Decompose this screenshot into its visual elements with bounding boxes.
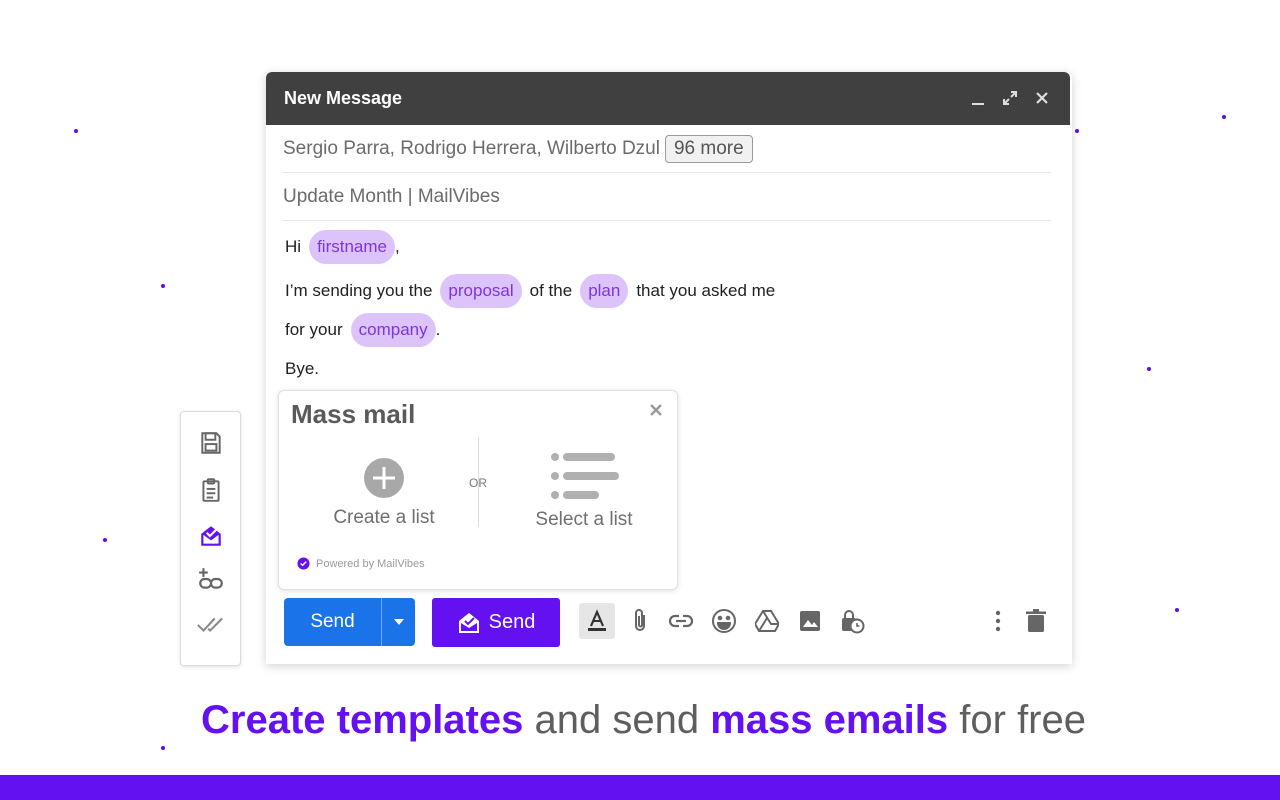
more-recipients-badge[interactable]: 96 more [664,134,753,163]
insert-photo-button[interactable] [792,603,828,639]
body-line-4: Bye. [285,359,319,379]
text-format-icon [588,609,606,631]
headline-part: mass emails [710,698,949,742]
body-text: I’m sending you the [285,281,433,300]
powered-by: Powered by MailVibes [297,557,425,570]
attach-button[interactable] [622,603,658,639]
mailvibes-send-icon [458,612,479,633]
create-list-option[interactable]: Create a list [319,457,449,529]
body-text: . [435,320,441,339]
create-list-label: Create a list [333,507,435,528]
recipients-text: Sergio Parra, Rodrigo Herrera, Wilberto … [283,137,660,159]
body-text: that you asked me [636,281,776,300]
decor-dot [161,284,165,288]
trash-icon [1026,609,1046,632]
more-options-button[interactable] [980,603,1016,639]
add-link-icon [199,568,223,589]
insert-link-button[interactable] [663,603,699,639]
minimize-button[interactable] [968,88,988,108]
confidential-mode-button[interactable] [834,603,870,639]
mailvibes-send-icon [201,526,221,546]
expand-icon [1003,91,1017,105]
close-icon [650,404,662,416]
caret-down-icon [393,619,404,625]
lock-clock-icon [842,610,865,634]
or-label: OR [469,476,487,490]
templates-button[interactable] [196,475,226,505]
mass-mail-title: Mass mail [291,399,416,429]
close-button[interactable] [1032,88,1052,108]
paperclip-icon [635,609,645,631]
formatting-button[interactable] [579,603,615,639]
select-list-label: Select a list [535,509,633,530]
image-icon [800,611,820,631]
minimize-icon [972,103,984,105]
variable-chip-proposal[interactable]: proposal [440,274,522,308]
body-text: of the [529,281,573,300]
body-text: , [394,237,400,256]
recipients-field[interactable]: Sergio Parra, Rodrigo Herrera, Wilberto … [283,125,1051,173]
mass-mail-button[interactable] [196,521,226,551]
discard-draft-button[interactable] [1018,603,1054,639]
send-button[interactable]: Send [284,598,381,646]
google-drive-icon [755,610,779,632]
headline-part: for free [948,698,1086,742]
body-line-3: for your company . [285,313,440,347]
decor-dot [161,746,165,750]
gmail-send-button-group: Send [284,598,415,646]
decor-dot [1147,367,1151,371]
emoji-button[interactable] [706,603,742,639]
double-check-icon [197,617,223,633]
emoji-icon [712,609,736,633]
subject-text: Update Month | MailVibes [283,185,500,207]
body-line-1: Hi firstname , [285,230,400,264]
body-line-2: I’m sending you the proposal of the plan… [285,274,775,308]
body-text: for your [285,320,343,339]
decor-dot [1175,608,1179,612]
drive-button[interactable] [749,603,785,639]
body-text: Bye. [285,359,320,378]
decor-dot [1075,129,1079,133]
track-button[interactable] [196,609,226,639]
variable-chip-plan[interactable]: plan [580,274,629,308]
headline-part: Create templates [201,698,524,742]
variable-chip-firstname[interactable]: firstname [309,230,395,264]
send-options-button[interactable] [381,598,415,646]
mailvibes-logo-icon [297,557,310,570]
link-icon [668,614,694,628]
mailvibes-side-toolbar [180,411,241,666]
decor-dot [103,538,107,542]
mailvibes-send-label: Send [488,611,536,633]
clipboard-icon [202,478,220,502]
headline-part: and send [523,698,711,742]
close-icon [1036,92,1048,104]
more-vert-icon [995,610,1001,632]
promo-headline: Create templates and send mass emails fo… [0,698,1280,743]
body-text: Hi [285,237,302,256]
list-icon [551,453,619,499]
decor-dot [1222,115,1226,119]
bottom-accent-bar [0,775,1280,800]
compose-title: New Message [284,88,403,108]
decor-dot [74,129,78,133]
variable-chip-company[interactable]: company [350,313,436,347]
fullscreen-button[interactable] [1000,88,1020,108]
save-template-button[interactable] [196,428,226,458]
add-link-button[interactable] [196,564,226,594]
mass-mail-popup: Mass mail Create a list OR Select a list… [278,390,678,590]
plus-circle-icon [364,458,404,498]
select-list-option[interactable]: Select a list [519,451,649,531]
save-icon [201,432,221,454]
subject-field[interactable]: Update Month | MailVibes [283,173,1051,221]
compose-header: New Message [266,72,1070,125]
mass-mail-close-button[interactable] [649,397,663,423]
powered-by-label: Powered by MailVibes [316,557,425,570]
mailvibes-send-button[interactable]: Send [432,598,560,647]
